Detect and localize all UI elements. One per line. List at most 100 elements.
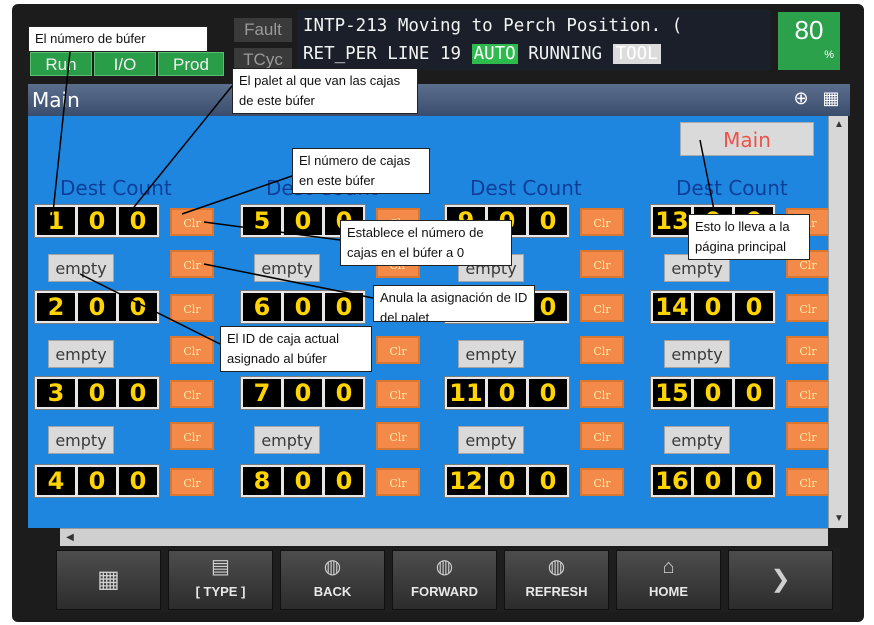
pallet-dest[interactable]: 0: [284, 207, 322, 235]
box-count[interactable]: 0: [529, 379, 567, 407]
box-count[interactable]: 0: [119, 293, 157, 321]
box-count[interactable]: 0: [529, 207, 567, 235]
buffer-number[interactable]: 1: [37, 207, 75, 235]
clear-count-button[interactable]: Clr: [580, 380, 624, 408]
buffer-counter: 12 0 0: [444, 464, 570, 498]
buffer-number[interactable]: 3: [37, 379, 75, 407]
box-id-field[interactable]: empty: [48, 254, 114, 282]
function-key-label: BACK: [313, 584, 352, 599]
box-count[interactable]: 0: [735, 293, 773, 321]
box-id-field[interactable]: empty: [458, 426, 524, 454]
buffer-number[interactable]: 2: [37, 293, 75, 321]
callout-clear-pallet: Anula la asignación de ID del palet: [373, 285, 535, 322]
box-count[interactable]: 0: [119, 467, 157, 495]
alarm-message: INTP-213 Moving to Perch Position. ( RET…: [297, 10, 771, 70]
function-key[interactable]: ◍ FORWARD: [392, 550, 497, 610]
clear-pallet-button[interactable]: Clr: [580, 250, 624, 278]
box-count[interactable]: 0: [119, 379, 157, 407]
box-count[interactable]: 0: [325, 467, 363, 495]
box-id-field[interactable]: empty: [48, 426, 114, 454]
box-count[interactable]: 0: [529, 467, 567, 495]
buffer-number[interactable]: 8: [243, 467, 281, 495]
horizontal-scrollbar[interactable]: ◀: [60, 528, 828, 546]
clear-pallet-button[interactable]: Clr: [786, 422, 828, 450]
buffer-number[interactable]: 7: [243, 379, 281, 407]
function-key-label: HOME: [649, 584, 688, 599]
buffer-number[interactable]: 12: [447, 467, 485, 495]
buffer-number[interactable]: 5: [243, 207, 281, 235]
function-key[interactable]: ◍ REFRESH: [504, 550, 609, 610]
clear-pallet-button[interactable]: Clr: [170, 250, 214, 278]
buffer-number[interactable]: 6: [243, 293, 281, 321]
clear-count-button[interactable]: Clr: [580, 468, 624, 496]
clear-pallet-button[interactable]: Clr: [376, 422, 420, 450]
clear-count-button[interactable]: Clr: [376, 468, 420, 496]
scroll-down-icon[interactable]: ▼: [829, 510, 849, 528]
pallet-dest[interactable]: 0: [78, 293, 116, 321]
clear-count-button[interactable]: Clr: [580, 294, 624, 322]
pallet-dest[interactable]: 0: [284, 293, 322, 321]
vertical-scrollbar[interactable]: ▲ ▼: [828, 116, 848, 528]
pallet-dest[interactable]: 0: [78, 207, 116, 235]
function-key-bar: ▦ ▤ [ TYPE ] ◍ BACK ◍ FORWARD ◍ REFRESH ⌂ HOME ❯: [56, 548, 840, 612]
pallet-dest[interactable]: 0: [694, 467, 732, 495]
pallet-dest[interactable]: 0: [488, 467, 526, 495]
buffer-number[interactable]: 4: [37, 467, 75, 495]
clear-count-button[interactable]: Clr: [376, 380, 420, 408]
box-id-field[interactable]: empty: [48, 340, 114, 368]
clear-pallet-button[interactable]: Clr: [580, 336, 624, 364]
scroll-left-icon[interactable]: ◀: [60, 529, 80, 547]
function-key[interactable]: ◍ BACK: [280, 550, 385, 610]
pallet-dest[interactable]: 0: [694, 293, 732, 321]
clear-pallet-button[interactable]: Clr: [786, 336, 828, 364]
main-button[interactable]: Main: [680, 122, 814, 156]
box-count[interactable]: 0: [119, 207, 157, 235]
clear-pallet-button[interactable]: Clr: [580, 422, 624, 450]
pallet-dest[interactable]: 0: [78, 467, 116, 495]
clear-count-button[interactable]: Clr: [580, 208, 624, 236]
pallet-dest[interactable]: 0: [284, 379, 322, 407]
clear-pallet-button[interactable]: Clr: [170, 422, 214, 450]
scroll-up-icon[interactable]: ▲: [829, 116, 849, 134]
box-id-field[interactable]: empty: [458, 340, 524, 368]
clear-pallet-button[interactable]: Clr: [170, 336, 214, 364]
buffer-counter: 200: [34, 290, 160, 324]
box-id-field[interactable]: empty: [254, 254, 320, 282]
clear-count-button[interactable]: Clr: [786, 380, 828, 408]
function-key[interactable]: ⌂ HOME: [616, 550, 721, 610]
clear-count-button[interactable]: Clr: [170, 380, 214, 408]
speed-override[interactable]: 80 %: [778, 12, 840, 70]
box-id-field[interactable]: empty: [664, 340, 730, 368]
box-count[interactable]: 0: [325, 379, 363, 407]
pallet-dest[interactable]: 0: [694, 379, 732, 407]
clear-count-button[interactable]: Clr: [170, 468, 214, 496]
clear-count-button[interactable]: Clr: [170, 294, 214, 322]
buffer-number[interactable]: 15: [653, 379, 691, 407]
function-key[interactable]: ❯: [728, 550, 833, 610]
pallet-dest[interactable]: 0: [488, 379, 526, 407]
clear-pallet-button[interactable]: Clr: [376, 336, 420, 364]
pallet-dest[interactable]: 0: [78, 379, 116, 407]
box-count[interactable]: 0: [735, 467, 773, 495]
callout-pallet: El palet al que van las cajas de este bú…: [232, 68, 418, 114]
pallet-dest[interactable]: 0: [284, 467, 322, 495]
buffer-number[interactable]: 13: [653, 207, 691, 235]
window-title: Main: [32, 88, 80, 112]
chevron-right-icon: ❯: [770, 566, 791, 593]
buffer-number[interactable]: 11: [447, 379, 485, 407]
box-count[interactable]: 0: [325, 293, 363, 321]
buffer-counter: 600: [240, 290, 366, 324]
clear-count-button[interactable]: Clr: [786, 294, 828, 322]
buffer-number[interactable]: 14: [653, 293, 691, 321]
box-id-field[interactable]: empty: [664, 426, 730, 454]
box-id-field[interactable]: empty: [254, 426, 320, 454]
layout-icon[interactable]: ▦: [820, 88, 842, 110]
buffer-number[interactable]: 16: [653, 467, 691, 495]
zoom-icon[interactable]: ⊕: [790, 88, 812, 110]
clear-count-button[interactable]: Clr: [786, 468, 828, 496]
box-count[interactable]: 0: [735, 379, 773, 407]
function-key[interactable]: ▤ [ TYPE ]: [168, 550, 273, 610]
clear-count-button[interactable]: Clr: [170, 208, 214, 236]
dest-count-header: Dest Count: [470, 176, 582, 200]
function-key[interactable]: ▦: [56, 550, 161, 610]
